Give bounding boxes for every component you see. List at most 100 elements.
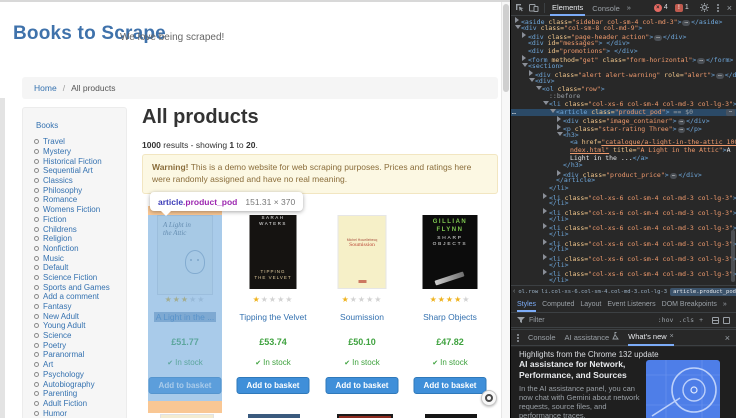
next-row-book-cover[interactable] [248,414,300,418]
sidebar-category-link[interactable]: Humor [31,408,124,418]
tree-node[interactable]: <li class="col-xs-6 col-sm-4 col-md-3 co… [511,193,736,201]
devtools-menu-icon[interactable] [717,7,719,9]
tree-node[interactable]: </article> [511,177,736,185]
sidebar-category-link[interactable]: Adult Fiction [31,399,124,409]
tree-node[interactable]: <section> [511,63,736,71]
devtools-close-icon[interactable]: × [727,3,732,13]
dom-breadcrumb-item[interactable]: ol.row [518,289,538,295]
sidebar-category-link[interactable]: Music [31,253,124,263]
tree-node-selected[interactable]: …<article class="product_pod"> == $0⋯ [511,109,736,117]
device-toolbar-icon[interactable] [529,3,539,12]
sidebar-category-link[interactable]: Science Fiction [31,273,124,283]
drawer-tab-console[interactable]: Console [528,330,556,346]
sidebar-category-link[interactable]: Young Adult [31,321,124,331]
more-tabs-icon[interactable]: » [627,3,631,12]
tree-node[interactable]: <li class="col-xs-6 col-sm-4 col-md-3 co… [511,223,736,231]
tree-node[interactable]: <li class="col-xs-6 col-sm-4 col-md-3 co… [511,254,736,262]
dom-breadcrumb-item[interactable]: li.col-xs-6.col-sm-4.col-md-3.col-lg-3 [541,289,667,295]
sidebar-category-link[interactable]: Parenting [31,389,124,399]
tree-node[interactable]: </li> [511,262,736,270]
settings-gear-icon[interactable] [700,3,709,12]
elements-tree-scrollbar[interactable] [731,230,735,282]
node-gutter-menu-icon[interactable]: … [512,109,515,117]
tree-node[interactable]: </h3> [511,162,736,170]
tree-node[interactable]: <li class="col-xs-6 col-sm-4 col-md-3 co… [511,208,736,216]
computed-panel-icon[interactable] [723,317,730,324]
issues-icon[interactable]: ! [675,4,683,12]
sidebar-category-link[interactable]: Paranormal [31,350,124,360]
product-title-link[interactable]: Sharp Objects [413,312,487,322]
next-row-book-cover[interactable] [425,414,477,418]
styles-tab-computed[interactable]: Computed [542,297,574,312]
node-more-menu-icon[interactable]: ⋯ [726,109,735,116]
styles-tab-event-listeners[interactable]: Event Listeners [607,297,655,312]
sidebar-category-link[interactable]: Romance [31,195,124,205]
drawer-tab-ai-assistance[interactable]: AI assistance [565,330,620,346]
sidebar-category-link[interactable]: Art [31,360,124,370]
tree-node[interactable]: <p class="star-rating Three">…</p> [511,124,736,132]
add-to-basket-button[interactable]: Add to basket [237,377,310,394]
tree-node[interactable]: </li> [511,216,736,224]
sidebar-category-link[interactable]: Philosophy [31,185,124,195]
product-title-link[interactable]: Tipping the Velvet [236,312,310,322]
sidebar-category-link[interactable]: Womens Fiction [31,205,124,215]
sidebar-category-link[interactable]: Classics [31,176,124,186]
tab-elements[interactable]: Elements [550,0,585,16]
sidebar-category-link[interactable]: Poetry [31,340,124,350]
sidebar-category-link[interactable]: Historical Fiction [31,156,124,166]
styles-more-tabs-icon[interactable]: » [723,301,727,308]
tree-node[interactable]: <li class="col-xs-6 col-sm-4 col-md-3 co… [511,269,736,277]
page-scrollbar-thumb[interactable] [503,4,509,92]
filter-toggle[interactable]: :hov [658,316,674,324]
inspect-element-icon[interactable] [515,3,524,12]
sidebar-category-link[interactable]: Science [31,331,124,341]
book-cover[interactable]: Michel HouellebecqSoumission [338,215,387,289]
sidebar-category-link[interactable]: Religion [31,234,124,244]
crumb-scroll-left-icon[interactable]: ‹ [513,288,515,295]
dom-breadcrumb-item[interactable]: article.product_pod [670,288,736,296]
next-row-book-cover[interactable] [160,414,214,418]
add-to-basket-button[interactable]: Add to basket [326,377,399,394]
tree-node[interactable]: </li> [511,246,736,254]
whats-new-card-title[interactable]: AI assistance for Network, Performance, … [519,359,643,380]
sidebar-category-link[interactable]: Sequential Art [31,166,124,176]
styles-tab-styles[interactable]: Styles [517,297,536,312]
tree-node[interactable]: Light in the ...</a> [511,155,736,163]
sidebar-books-link[interactable]: Books [36,121,58,130]
drawer-menu-icon[interactable] [517,337,519,339]
tree-node[interactable]: <div class="image_container">…</div> [511,116,736,124]
console-errors-icon[interactable]: × [654,4,662,12]
tree-node[interactable]: </li> [511,277,736,284]
tab-console[interactable]: Console [590,1,622,15]
tree-node[interactable]: </li> [511,185,736,193]
tree-node[interactable]: <div class="col-sm-8 col-md-9"> [511,25,736,33]
sidebar-category-link[interactable]: Psychology [31,370,124,380]
tree-node[interactable]: <ol class="row"> [511,86,736,94]
issue-count[interactable]: 1 [685,4,689,11]
filter-toggle[interactable]: .cls [678,316,694,324]
sidebar-category-link[interactable]: New Adult [31,311,124,321]
styles-tab-layout[interactable]: Layout [580,297,601,312]
sidebar-category-link[interactable]: Add a comment [31,292,124,302]
error-count[interactable]: 4 [664,4,668,11]
tab-close-icon[interactable]: × [670,328,674,345]
tree-node[interactable]: <li class="col-xs-6 col-sm-4 col-md-3 co… [511,239,736,247]
add-to-basket-button[interactable]: Add to basket [414,377,487,394]
filter-toggle[interactable]: + [699,316,703,324]
sidebar-category-link[interactable]: Childrens [31,224,124,234]
sidebar-category-link[interactable]: Mystery [31,147,124,157]
sidebar-category-link[interactable]: Nonfiction [31,244,124,254]
sidebar-category-link[interactable]: Sports and Games [31,282,124,292]
book-cover[interactable]: SARAHWATERSTIPPINGTHE VELVET [250,215,297,289]
sidebar-category-link[interactable]: Autobiography [31,379,124,389]
tree-node[interactable]: </li> [511,200,736,208]
sidebar-category-link[interactable]: Fiction [31,215,124,225]
tree-node[interactable]: <div id="promotions"> </div> [511,48,736,56]
drawer-tab-what-s-new[interactable]: What's new× [628,330,674,346]
breadcrumb-home-link[interactable]: Home [34,83,57,93]
sidebar-category-link[interactable]: Travel [31,137,124,147]
styles-filter-input[interactable]: Filter [529,317,545,324]
next-row-book-cover[interactable] [337,414,393,418]
product-title-link[interactable]: Soumission [325,312,399,322]
book-cover[interactable]: GILLIANFLYNNSHARPOBJECTS [423,215,478,289]
